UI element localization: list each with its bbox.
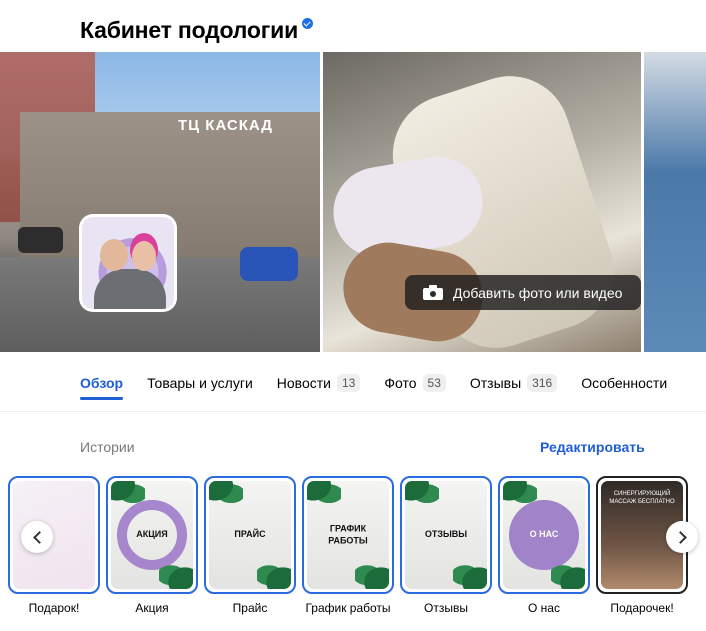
stories-heading: Истории [80, 439, 135, 455]
avatar-photo [82, 217, 174, 309]
story-card-text: СИНЕРГИРУЮЩИЙ МАССАЖ БЕСПЛАТНО [609, 491, 675, 505]
leaf-decoration-icon [551, 559, 585, 589]
tab-photos[interactable]: Фото 53 [384, 366, 446, 400]
story-card-text: О НАС [529, 529, 559, 540]
tab-count-badge: 316 [527, 374, 558, 392]
story-item[interactable]: ОТЗЫВЫ Отзывы [400, 476, 492, 615]
tab-features[interactable]: Особенности [581, 366, 667, 400]
leaf-decoration-icon [307, 481, 341, 509]
divider [0, 411, 706, 412]
story-caption: Прайс [232, 601, 268, 615]
story-item[interactable]: АКЦИЯ Акция [106, 476, 198, 615]
avatar-person-man [100, 239, 128, 271]
story-card: АКЦИЯ [111, 481, 193, 589]
tab-label: Особенности [581, 375, 668, 391]
story-card-text: ОТЗЫВЫ [424, 529, 468, 540]
story-caption: График работы [305, 601, 391, 615]
dark-car-image [18, 227, 63, 253]
tab-count-badge: 13 [336, 374, 361, 392]
tab-label: Фото [384, 375, 417, 391]
story-caption: Подарок! [28, 601, 80, 615]
leaf-decoration-icon [453, 559, 487, 589]
add-media-label: Добавить фото или видео [453, 284, 623, 301]
blue-car-image [240, 247, 298, 281]
verified-badge-icon [302, 17, 314, 29]
story-frame: О НАС [498, 476, 590, 594]
tab-label: Обзор [80, 375, 124, 391]
story-card-text: ГРАФИК РАБОТЫ [328, 523, 368, 545]
tab-products-services[interactable]: Товары и услуги [147, 366, 253, 400]
chevron-right-icon [673, 530, 687, 544]
camera-icon [423, 285, 443, 300]
story-card: О НАС [503, 481, 585, 589]
story-frame: ПРАЙС [204, 476, 296, 594]
story-item[interactable]: ГРАФИК РАБОТЫ График работы [302, 476, 394, 615]
tab-overview[interactable]: Обзор [80, 366, 124, 400]
tab-label: Отзывы [469, 375, 522, 391]
stories-next-button[interactable] [666, 521, 698, 553]
story-card-text: ПРАЙС [234, 529, 266, 540]
story-item[interactable]: О НАС О нас [498, 476, 590, 615]
stories-prev-button[interactable] [21, 521, 53, 553]
title-row: Кабинет подологии [80, 14, 314, 46]
tab-label: Новости [276, 375, 331, 391]
story-caption: Отзывы [424, 601, 468, 615]
page-title: Кабинет подологии [80, 16, 299, 43]
story-card: ПРАЙС [209, 481, 291, 589]
business-avatar[interactable] [79, 214, 177, 312]
chevron-left-icon [32, 530, 46, 544]
tab-news[interactable]: Новости 13 [277, 366, 361, 400]
story-frame: АКЦИЯ [106, 476, 198, 594]
story-frame: ГРАФИК РАБОТЫ [302, 476, 394, 594]
story-caption: Подарочек! [610, 601, 674, 615]
tab-bar: Обзор Товары и услуги Новости 13 Фото 53… [80, 366, 691, 400]
tab-count-badge: 53 [422, 374, 446, 392]
avatar-bodies [94, 269, 166, 309]
building-sign: ТЦ КАСКАД [178, 117, 273, 134]
story-card: ОТЗЫВЫ [405, 481, 487, 589]
story-frame: ОТЗЫВЫ [400, 476, 492, 594]
leaf-decoration-icon [257, 559, 291, 589]
story-caption: Акция [135, 601, 169, 615]
avatar-person-woman [132, 241, 156, 271]
story-card-text: АКЦИЯ [136, 529, 168, 540]
leaf-decoration-icon [355, 559, 389, 589]
add-media-button[interactable]: Добавить фото или видео [405, 275, 641, 310]
edit-stories-link[interactable]: Редактировать [540, 439, 645, 455]
story-card: ГРАФИК РАБОТЫ [307, 481, 389, 589]
story-item[interactable]: Подарок! [8, 476, 100, 615]
leaf-decoration-icon [209, 481, 243, 509]
tab-reviews[interactable]: Отзывы 316 [469, 366, 558, 400]
story-caption: О нас [528, 601, 560, 615]
tab-label: Товары и услуги [147, 375, 253, 391]
leaf-decoration-icon [159, 559, 193, 589]
story-item[interactable]: ПРАЙС Прайс [204, 476, 296, 615]
gallery-photo-specialist[interactable] [644, 52, 706, 352]
leaf-decoration-icon [405, 481, 439, 509]
